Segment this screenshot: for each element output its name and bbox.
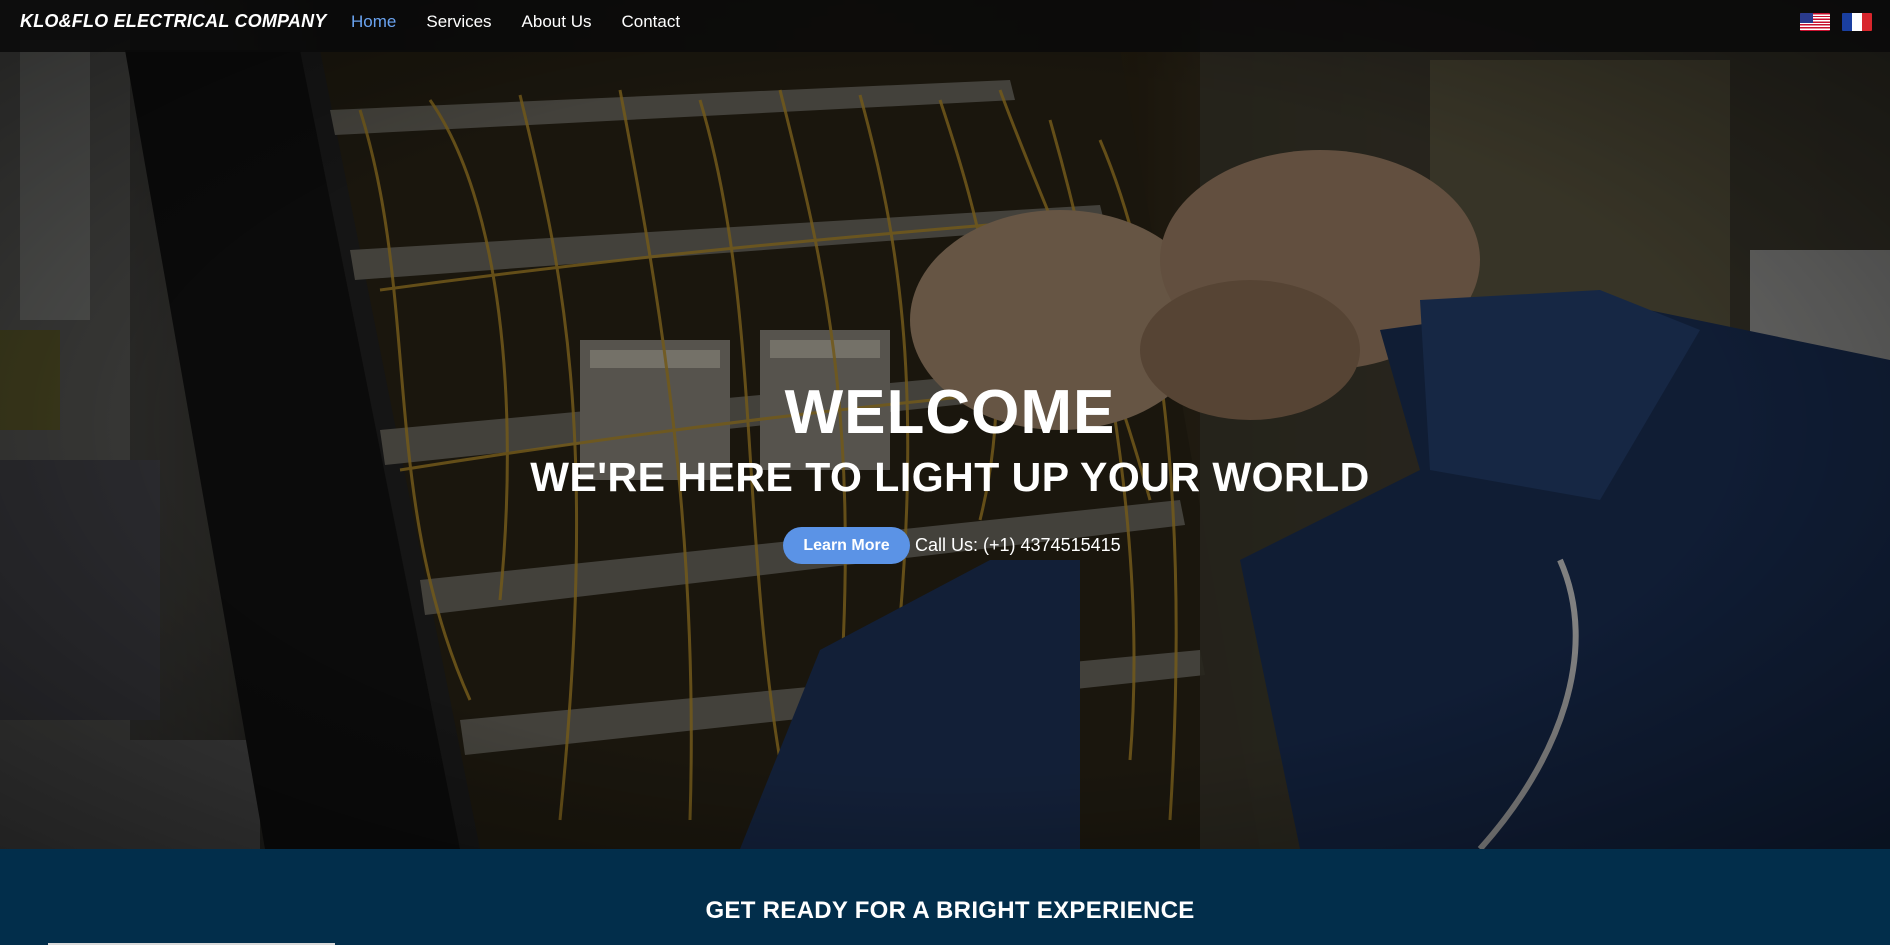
hero-content: WELCOME WE'RE HERE TO LIGHT UP YOUR WORL…	[0, 378, 1890, 564]
bright-experience-section: GET READY FOR A BRIGHT EXPERIENCE	[0, 849, 1890, 945]
learn-more-button[interactable]: Learn More	[783, 527, 910, 564]
france-flag-icon[interactable]	[1842, 13, 1872, 31]
hero-subtitle: WE'RE HERE TO LIGHT UP YOUR WORLD	[530, 454, 1370, 500]
nav-link-services[interactable]: Services	[426, 12, 491, 32]
top-navbar: KLO&FLO ELECTRICAL COMPANY Home Services…	[0, 0, 1890, 52]
section-title: GET READY FOR A BRIGHT EXPERIENCE	[705, 897, 1195, 924]
hero-cta-row: Learn More Call Us: (+1) 4374515415	[783, 527, 1121, 564]
hero-title: WELCOME	[784, 378, 1116, 447]
nav-links: Home Services About Us Contact	[351, 12, 710, 32]
us-flag-icon[interactable]	[1800, 13, 1830, 31]
brand-logo[interactable]: KLO&FLO ELECTRICAL COMPANY	[20, 11, 327, 32]
nav-link-contact[interactable]: Contact	[621, 12, 680, 32]
call-us-phone[interactable]: Call Us: (+1) 4374515415	[915, 535, 1121, 556]
nav-link-home[interactable]: Home	[351, 12, 396, 32]
nav-link-about-us[interactable]: About Us	[522, 12, 592, 32]
language-switcher	[1800, 13, 1872, 31]
